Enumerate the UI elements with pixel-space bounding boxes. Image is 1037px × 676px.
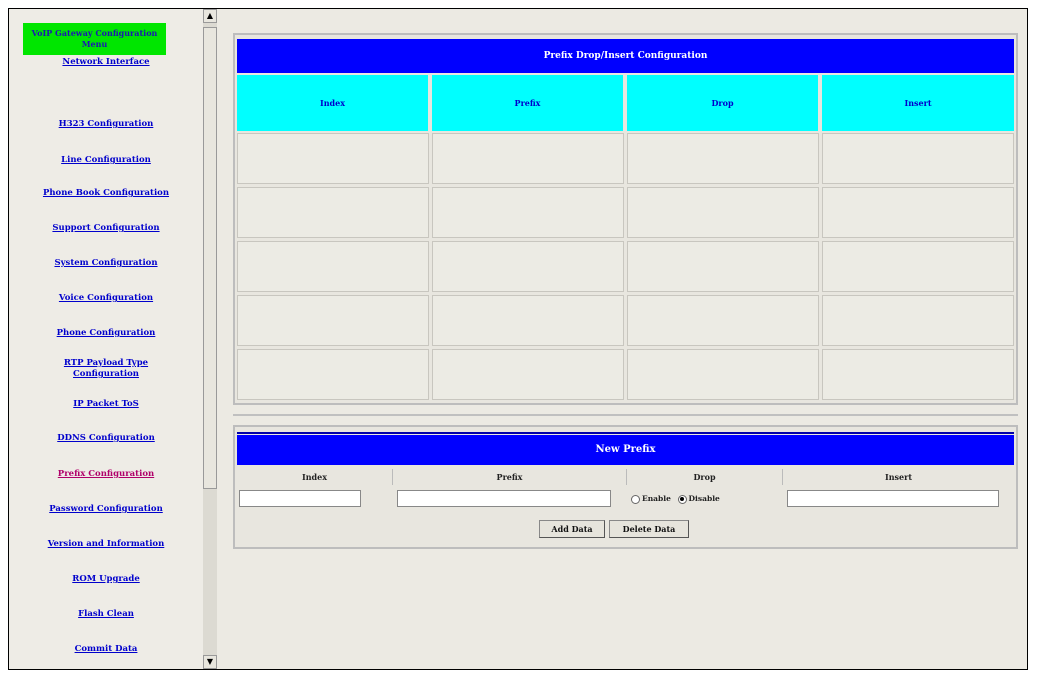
table-cell — [822, 241, 1014, 292]
menu-header: VoIP Gateway Configuration Menu — [23, 23, 166, 55]
table-cell — [237, 187, 429, 238]
menu-item-rtp-payload-type[interactable]: RTP Payload Type Configuration — [61, 358, 151, 380]
menu-item-system-configuration[interactable]: System Configuration — [9, 258, 203, 268]
new-prefix-form: New Prefix Index Prefix Drop Insert Enab… — [233, 425, 1018, 549]
table-cell — [237, 241, 429, 292]
enable-label: Enable — [642, 494, 671, 503]
menu-item-password-configuration[interactable]: Password Configuration — [9, 504, 203, 514]
scrollbar-thumb[interactable] — [203, 27, 217, 489]
table-cell — [627, 133, 819, 184]
table-cell — [432, 133, 624, 184]
browser-content: VoIP Gateway Configuration Menu Network … — [8, 8, 1028, 670]
menu-item-support-configuration[interactable]: Support Configuration — [9, 223, 203, 233]
table-cell — [237, 133, 429, 184]
table-cell — [237, 349, 429, 400]
sidebar-scrollbar[interactable]: ▲ ▼ — [203, 9, 217, 669]
drop-radio-group: Enable Disable — [627, 490, 775, 507]
scroll-up-arrow-icon[interactable]: ▲ — [203, 9, 217, 23]
menu-item-prefix-configuration[interactable]: Prefix Configuration — [9, 469, 203, 479]
menu-item-phone-book-configuration[interactable]: Phone Book Configuration — [9, 188, 203, 198]
column-header-index: Index — [237, 75, 428, 131]
drop-enable-radio[interactable] — [631, 494, 640, 504]
label-prefix: Prefix — [393, 469, 627, 485]
menu-item-flash-clean[interactable]: Flash Clean — [9, 609, 203, 619]
table-title: Prefix Drop/Insert Configuration — [237, 39, 1014, 73]
table-cell — [822, 295, 1014, 346]
menu-item-commit-data[interactable]: Commit Data — [9, 644, 203, 654]
index-input[interactable] — [239, 490, 361, 507]
table-cell — [237, 295, 429, 346]
disable-label: Disable — [688, 494, 720, 503]
table-cell — [822, 187, 1014, 238]
menu-item-version-and-information[interactable]: Version and Information — [9, 539, 203, 549]
table-cell — [432, 295, 624, 346]
table-cell — [432, 241, 624, 292]
menu-item-ip-packet-tos[interactable]: IP Packet ToS — [9, 399, 203, 409]
add-data-button[interactable]: Add Data — [539, 520, 605, 538]
insert-input[interactable] — [787, 490, 999, 507]
column-header-drop: Drop — [627, 75, 818, 131]
drop-disable-radio[interactable] — [677, 494, 687, 504]
table-cell — [627, 241, 819, 292]
delete-data-button[interactable]: Delete Data — [609, 520, 689, 538]
menu-item-rom-upgrade[interactable]: ROM Upgrade — [9, 574, 203, 584]
table-cell — [432, 187, 624, 238]
section-divider — [233, 414, 1018, 416]
table-cell — [432, 349, 624, 400]
scroll-down-arrow-icon[interactable]: ▼ — [203, 655, 217, 669]
table-cell — [627, 295, 819, 346]
table-cell — [627, 349, 819, 400]
table-cell — [822, 349, 1014, 400]
menu-item-line-configuration[interactable]: Line Configuration — [9, 155, 203, 165]
menu-item-voice-configuration[interactable]: Voice Configuration — [9, 293, 203, 303]
label-index: Index — [237, 469, 393, 485]
menu-item-ddns-configuration[interactable]: DDNS Configuration — [9, 433, 203, 443]
column-header-insert: Insert — [822, 75, 1014, 131]
menu-item-phone-configuration[interactable]: Phone Configuration — [9, 328, 203, 338]
column-header-prefix: Prefix — [432, 75, 623, 131]
prefix-config-table: Prefix Drop/Insert Configuration Index P… — [233, 33, 1018, 405]
label-insert: Insert — [884, 472, 913, 482]
menu-item-h323-configuration[interactable]: H323 Configuration — [9, 119, 203, 129]
label-drop: Drop — [627, 469, 783, 485]
form-title: New Prefix — [237, 432, 1014, 465]
sidebar-menu: VoIP Gateway Configuration Menu Network … — [9, 9, 203, 669]
table-cell — [822, 133, 1014, 184]
menu-item-network-interface[interactable]: Network Interface — [9, 57, 203, 67]
prefix-input[interactable] — [397, 490, 611, 507]
table-cell — [627, 187, 819, 238]
